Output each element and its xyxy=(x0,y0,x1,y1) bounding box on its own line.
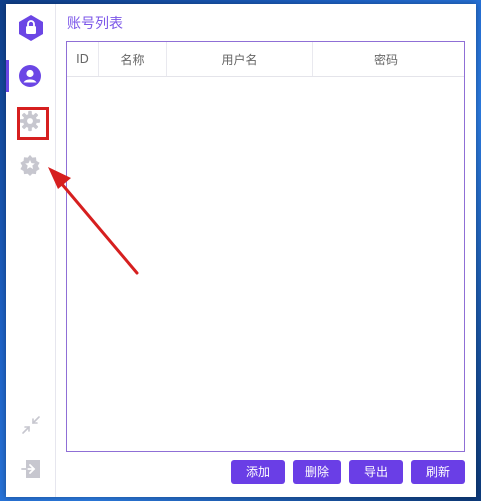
star-badge-icon xyxy=(20,154,40,176)
table-header: ID 名称 用户名 密码 xyxy=(67,42,464,77)
exit-icon[interactable] xyxy=(20,458,42,480)
add-button[interactable]: 添加 xyxy=(231,460,285,484)
sidebar-item-account[interactable] xyxy=(6,56,55,96)
column-header-password[interactable]: 密码 xyxy=(313,42,459,76)
account-table: ID 名称 用户名 密码 xyxy=(66,41,465,452)
collapse-arrows-icon[interactable] xyxy=(20,414,42,436)
sidebar-item-favorites[interactable] xyxy=(6,146,55,186)
refresh-button[interactable]: 刷新 xyxy=(411,460,465,484)
app-window: 账号列表 ID 名称 用户名 密码 添加 删除 导出 刷新 xyxy=(6,4,476,497)
page-title: 账号列表 xyxy=(67,16,123,32)
delete-button[interactable]: 删除 xyxy=(293,460,341,484)
highlight-box xyxy=(17,107,49,140)
export-button[interactable]: 导出 xyxy=(349,460,403,484)
lock-hexagon-logo-icon xyxy=(19,15,43,41)
column-header-id[interactable]: ID xyxy=(67,42,99,76)
user-circle-icon xyxy=(19,65,41,87)
column-header-name[interactable]: 名称 xyxy=(99,42,167,76)
column-header-username[interactable]: 用户名 xyxy=(167,42,313,76)
sidebar xyxy=(6,4,56,497)
action-toolbar: 添加 删除 导出 刷新 xyxy=(231,460,465,484)
main-panel: 账号列表 ID 名称 用户名 密码 添加 删除 导出 刷新 xyxy=(55,4,476,497)
